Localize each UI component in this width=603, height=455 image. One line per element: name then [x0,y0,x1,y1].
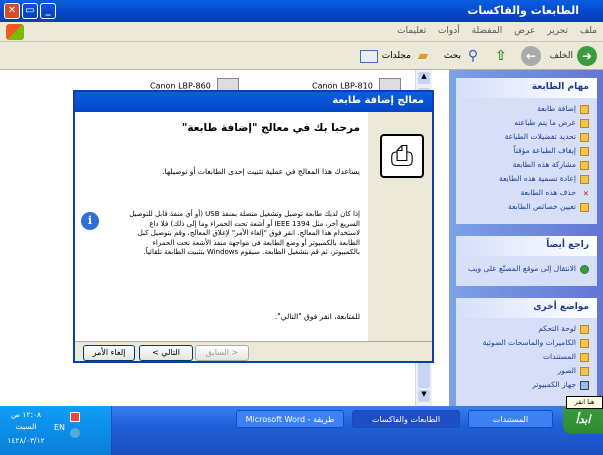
folder-icon [580,352,589,362]
dialog-heading: مرحبا بك في معالج "إضافة طابعة" [181,122,360,134]
info-icon: i [81,212,99,230]
window-titlebar: ✕ ▭ _ الطابعات والفاكسات [0,0,603,22]
print-queue-icon [580,118,589,128]
printer-properties-link[interactable]: تعيين خصائص الطابعة [456,200,597,214]
back-button[interactable]: < السابق [195,345,249,361]
globe-icon [580,264,589,274]
folders-button-label[interactable]: مجلدات [382,47,411,65]
wizard-side-panel: ⎙ [368,112,432,341]
menu-bar: ملف تحرير عرض المفضلة أدوات تعليمات [0,22,603,42]
menu-favorites[interactable]: المفضلة [472,26,503,36]
preferences-icon [580,132,589,142]
cancel-button[interactable]: إلغاء الأمر [83,345,135,361]
next-button[interactable]: التالي > [139,345,193,361]
delete-printer-link[interactable]: ✕حذف هذه الطابعة [456,186,597,200]
clock-date: ١٤٢٨/٠٣/١٢ [7,436,45,445]
maximize-button[interactable]: ▭ [22,3,38,19]
scanner-icon [580,338,589,348]
menu-items: ملف تحرير عرض المفضلة أدوات تعليمات [388,26,597,36]
menu-tools[interactable]: أدوات [438,26,460,36]
menu-help[interactable]: تعليمات [397,26,426,36]
computer-icon [580,380,589,390]
tray-app-icon[interactable] [70,412,80,422]
see-also-title[interactable]: راجع أيضاً [456,236,597,256]
language-indicator[interactable]: EN [54,423,65,432]
see-whats-printing-link[interactable]: عرض ما يتم طباعته [456,116,597,130]
dialog-info-text: إذا كان لديك طابعة توصيل وتشغيل متصلة بم… [129,210,360,256]
properties-icon [580,202,589,212]
taskbar-item-documents[interactable]: المستندات [468,410,553,428]
minimize-button[interactable]: _ [40,3,56,19]
menu-view[interactable]: عرض [514,26,535,36]
up-folder-icon[interactable]: ⇧ [491,46,511,66]
menu-file[interactable]: ملف [580,26,597,36]
printing-preferences-link[interactable]: تحديد تفضيلات الطباعة [456,130,597,144]
toolbar: ➜ الخلف ← ⇧ ⚲ بحث ▰ مجلدات [0,42,603,70]
dialog-body: ⎙ مرحبا بك في معالج "إضافة طابعة" يساعدك… [75,112,432,341]
add-printer-wizard-dialog: معالج إضافة طابعة ⎙ مرحبا بك في معالج "إ… [73,90,434,363]
my-computer-link[interactable]: جهاز الكمبيوتر [456,378,597,392]
network-icon[interactable] [70,428,80,438]
printer-wizard-icon: ⎙ [380,134,424,178]
rename-printer-link[interactable]: إعادة تسمية هذه الطابعة [456,172,597,186]
search-icon[interactable]: ⚲ [463,46,483,66]
printer-tasks-title[interactable]: مهام الطابعة [456,78,597,98]
folder-icon [580,366,589,376]
dialog-continue-text: للمتابعة، انقر فوق "التالي". [274,312,360,321]
clock-time[interactable]: ١٢:٠٨ ص [6,410,46,419]
views-icon[interactable] [360,50,378,63]
share-printer-link[interactable]: مشاركة هذه الطابعة [456,158,597,172]
clock-day: السبت [15,422,37,431]
system-tray: EN ١٢:٠٨ ص السبت ١٤٢٨/٠٣/١٢ [0,406,112,455]
windows-logo-icon [6,24,24,40]
share-icon [580,160,589,170]
dialog-intro: يساعدك هذا المعالج في عملية تثبيت إحدى ا… [162,167,360,176]
search-button-label[interactable]: بحث [444,47,461,65]
other-places-title[interactable]: مواضع أخرى [456,298,597,318]
close-button[interactable]: ✕ [4,3,20,19]
back-button-label[interactable]: الخلف [550,47,573,65]
forward-arrow-icon[interactable]: ← [521,46,541,66]
task-pane: مهام الطابعة إضافة طابعة عرض ما يتم طباع… [449,70,603,406]
add-printer-link[interactable]: إضافة طابعة [456,102,597,116]
window-title: الطابعات والفاكسات [467,4,579,17]
manufacturer-website-link[interactable]: الانتقال إلى موقع المصنّع على ويب [456,262,597,276]
pause-icon [580,146,589,156]
scroll-down-icon[interactable]: ▼ [418,390,430,402]
pictures-link[interactable]: الصور [456,364,597,378]
taskbar-item-word[interactable]: طريقة - Microsoft Word [236,410,344,428]
add-printer-icon [580,104,589,114]
menu-edit[interactable]: تحرير [547,26,568,36]
folders-icon[interactable]: ▰ [413,46,433,66]
documents-link[interactable]: المستندات [456,350,597,364]
rename-icon [580,174,589,184]
start-button[interactable]: ابدأ [563,406,603,434]
dialog-button-bar: < السابق التالي > إلغاء الأمر [75,341,432,361]
delete-icon: ✕ [582,188,589,198]
pause-printing-link[interactable]: إيقاف الطباعة مؤقتاً [456,144,597,158]
dialog-titlebar: معالج إضافة طابعة [75,92,432,112]
scanners-cameras-link[interactable]: الكاميرات والماسحات الضوئية [456,336,597,350]
control-panel-icon [580,324,589,334]
control-panel-link[interactable]: لوحة التحكم [456,322,597,336]
taskbar-item-printers[interactable]: الطابعات والفاكسات [352,410,460,428]
see-also-panel: راجع أيضاً الانتقال إلى موقع المصنّع على… [456,236,597,286]
printer-tasks-panel: مهام الطابعة إضافة طابعة عرض ما يتم طباع… [456,78,597,224]
start-tooltip: هنا انقر [566,396,603,409]
taskbar: ابدأ المستندات الطابعات والفاكسات طريقة … [0,406,603,455]
other-places-panel: مواضع أخرى لوحة التحكم الكاميرات والماسح… [456,298,597,406]
scroll-up-icon[interactable]: ▲ [418,72,430,84]
back-arrow-icon[interactable]: ➜ [577,46,597,66]
